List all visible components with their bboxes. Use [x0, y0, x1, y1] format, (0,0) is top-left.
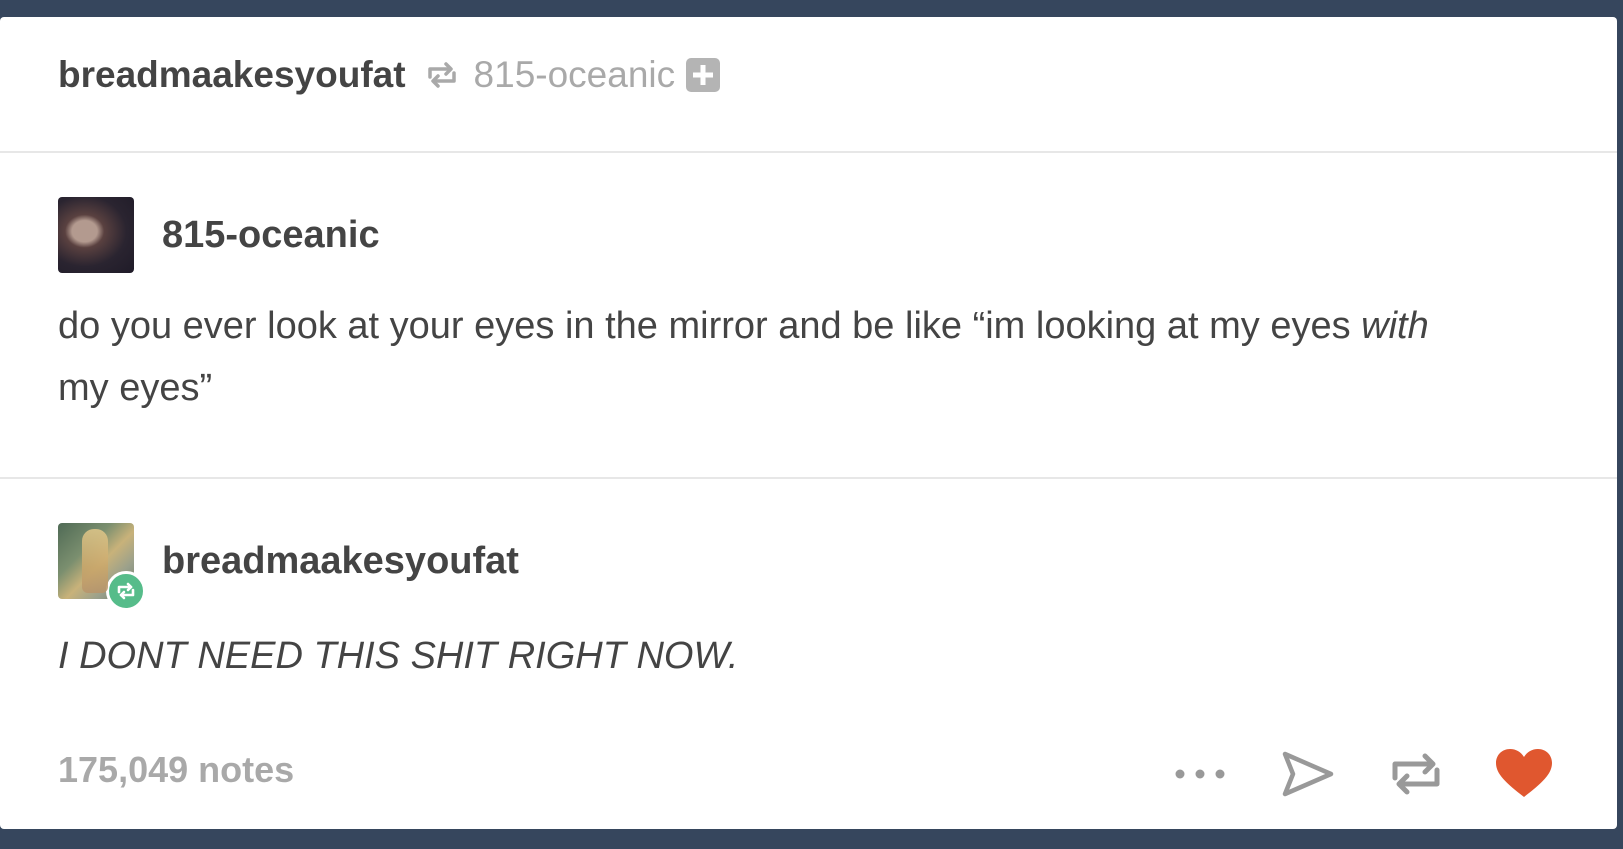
trail-username[interactable]: 815-oceanic [162, 214, 380, 257]
more-icon[interactable] [1167, 745, 1233, 803]
share-icon[interactable] [1275, 745, 1341, 803]
trail-body: I DONT NEED THIS SHIT RIGHT NOW. [58, 635, 739, 677]
trail-body-emphasis: with [1361, 305, 1429, 347]
plus-icon[interactable] [685, 57, 721, 93]
trail-body-text-end: my eyes” [58, 367, 213, 409]
avatar[interactable] [58, 523, 146, 611]
post-card: breadmaakesyoufat 815-oceanic 815-oceani… [0, 17, 1617, 829]
reblog-badge-icon [106, 571, 146, 611]
trail-body: do you ever look at your eyes in the mir… [58, 295, 1478, 419]
notes-count[interactable]: 175,049 notes [58, 749, 294, 791]
trail-username[interactable]: breadmaakesyoufat [162, 540, 519, 583]
avatar[interactable] [58, 197, 134, 273]
reblog-icon [422, 55, 462, 95]
post-footer: 175,049 notes [0, 739, 1617, 829]
like-heart-icon[interactable] [1491, 745, 1557, 803]
post-controls [1125, 745, 1557, 803]
source-link[interactable]: 815-oceanic [474, 54, 676, 96]
trail-head: 815-oceanic [58, 153, 1617, 273]
reblogger-link[interactable]: breadmaakesyoufat [58, 54, 406, 96]
trail-item-original: 815-oceanic do you ever look at your eye… [0, 153, 1617, 479]
reblog-icon[interactable] [1383, 745, 1449, 803]
post-header: breadmaakesyoufat 815-oceanic [0, 17, 1617, 153]
trail-item-reblog: breadmaakesyoufat I DONT NEED THIS SHIT … [0, 479, 1617, 699]
trail-head: breadmaakesyoufat [58, 479, 1617, 611]
trail-body-text: do you ever look at your eyes in the mir… [58, 305, 1362, 347]
